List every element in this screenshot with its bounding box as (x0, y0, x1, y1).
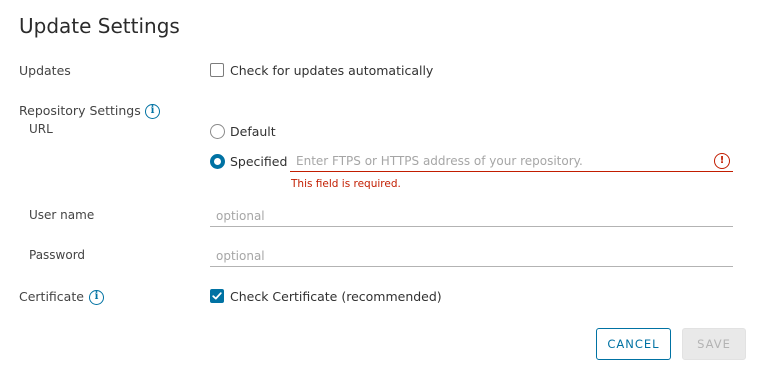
error-icon: ! (714, 153, 730, 169)
specified-radio-label[interactable]: Specified (230, 154, 287, 169)
username-input[interactable] (210, 205, 733, 227)
certificate-label: Certificate (19, 289, 84, 304)
username-label: User name (29, 208, 95, 222)
save-button[interactable]: SAVE (682, 328, 746, 360)
certificate-info-icon[interactable]: i (89, 290, 104, 305)
default-radio-label[interactable]: Default (230, 124, 276, 139)
specified-radio[interactable] (210, 154, 225, 169)
check-certificate-checkbox[interactable] (210, 289, 224, 303)
url-input[interactable] (290, 150, 733, 172)
check-updates-checkbox[interactable] (210, 63, 224, 77)
password-input[interactable] (210, 245, 733, 267)
url-label: URL (29, 122, 53, 136)
dialog-title: Update Settings (19, 14, 180, 38)
checkmark-icon (212, 292, 222, 300)
check-updates-label[interactable]: Check for updates automatically (230, 63, 433, 78)
updates-label: Updates (19, 63, 71, 78)
repository-settings-label: Repository Settings (19, 103, 141, 118)
cancel-button[interactable]: CANCEL (596, 328, 671, 360)
repository-info-icon[interactable]: i (145, 104, 160, 119)
default-radio[interactable] (210, 124, 225, 139)
password-label: Password (29, 248, 86, 262)
url-error-message: This field is required. (291, 178, 401, 190)
check-certificate-label[interactable]: Check Certificate (recommended) (230, 289, 442, 304)
